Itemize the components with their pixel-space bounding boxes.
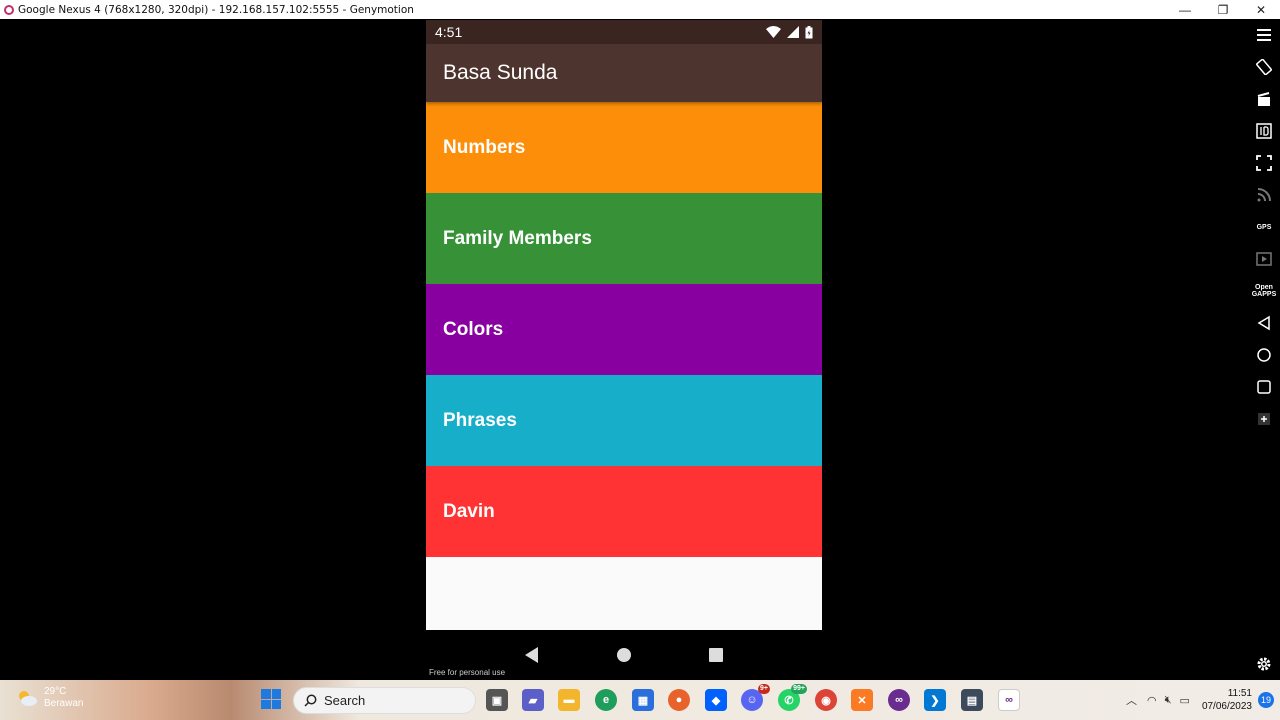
genymotion-sidebar: GPS Open GAPPS — [1248, 19, 1280, 680]
signal-icon — [787, 26, 799, 38]
clapperboard-icon — [1257, 92, 1270, 106]
watermark-text: Free for personal use — [429, 668, 506, 677]
category-colors[interactable]: Colors — [426, 284, 822, 375]
back-button[interactable] — [517, 640, 547, 670]
weather-desc: Berawan — [44, 698, 84, 709]
recents-icon — [709, 648, 723, 662]
genymotion-taskbar-icon[interactable]: ∞ — [888, 689, 910, 711]
volume-muted-icon[interactable]: 🔇︎ — [1165, 694, 1172, 707]
side-back-button[interactable] — [1248, 307, 1280, 339]
dropbox-icon[interactable]: ◆ — [705, 689, 727, 711]
search-icon — [304, 694, 317, 707]
wifi-tray-icon[interactable]: ◠ — [1147, 694, 1157, 707]
clock-time: 11:51 — [1227, 688, 1252, 699]
back-icon — [525, 647, 538, 663]
media-button[interactable] — [1248, 243, 1280, 275]
menu-icon — [1257, 29, 1271, 41]
category-label: Phrases — [443, 409, 517, 431]
pixel-perfect-button[interactable] — [1248, 147, 1280, 179]
genymotion-icon — [4, 4, 14, 15]
discord-badge: 9+ — [758, 684, 770, 694]
terminal-icon[interactable]: ▤ — [961, 689, 983, 711]
gps-button[interactable]: GPS — [1248, 211, 1280, 243]
gps-label: GPS — [1256, 223, 1272, 231]
xampp-icon[interactable]: ✕ — [851, 689, 873, 711]
edge-icon[interactable]: e — [595, 689, 617, 711]
vscode-icon[interactable]: ❯ — [924, 689, 946, 711]
chevron-up-icon[interactable]: ︿ — [1126, 692, 1137, 708]
category-label: Colors — [443, 318, 504, 340]
android-statusbar: 4:51 — [426, 20, 822, 44]
film-icon — [1256, 252, 1272, 266]
wifi-icon — [766, 26, 781, 38]
id-icon — [1256, 123, 1272, 139]
weather-temp: 29°C — [44, 686, 67, 697]
weather-cloud-icon — [19, 691, 37, 706]
back-icon — [1257, 315, 1270, 331]
taskbar-search[interactable]: Search — [293, 687, 476, 714]
discord-icon[interactable]: ☺ 9+ — [741, 684, 770, 711]
gear-icon — [1257, 657, 1271, 671]
network-button[interactable] — [1248, 179, 1280, 211]
category-label: Numbers — [443, 136, 526, 158]
start-button[interactable] — [261, 689, 281, 709]
status-time: 4:51 — [435, 24, 463, 40]
rss-icon — [1257, 188, 1271, 202]
recents-button[interactable] — [701, 640, 731, 670]
home-icon — [617, 648, 631, 662]
minimize-button[interactable]: — — [1166, 0, 1204, 19]
firefox-icon[interactable]: ● — [668, 689, 690, 711]
category-list: Numbers Family Members Colors Phrases Da… — [426, 102, 822, 557]
category-label: Davin — [443, 500, 495, 522]
taskbar-clock[interactable]: 11:51 07/06/2023 — [1202, 687, 1252, 713]
home-icon — [1257, 348, 1271, 362]
app-toolbar: Basa Sunda — [426, 44, 822, 102]
task-view-icon[interactable]: ▣ — [486, 689, 508, 711]
phone-screen: 4:51 Basa Sunda Numbers Family Members C… — [426, 20, 822, 630]
app-title: Basa Sunda — [443, 61, 558, 84]
category-family-members[interactable]: Family Members — [426, 193, 822, 284]
window-titlebar: Google Nexus 4 (768x1280, 320dpi) - 192.… — [0, 0, 1280, 19]
open-gapps-label: Open GAPPS — [1251, 284, 1277, 298]
identifiers-button[interactable] — [1248, 115, 1280, 147]
whatsapp-icon[interactable]: ✆ 99+ — [778, 684, 807, 711]
notification-badge[interactable]: 19 — [1258, 692, 1274, 708]
side-recents-button[interactable] — [1248, 371, 1280, 403]
battery-tray-icon[interactable]: ▭ — [1180, 694, 1190, 707]
plus-icon — [1258, 413, 1270, 425]
settings-button[interactable] — [1248, 648, 1280, 680]
windows-taskbar: 29°C Berawan Search ▣ ▰ ▬ e ▦ ● ◆ ☺ 9+ ✆ 9… — [0, 680, 1280, 720]
side-home-button[interactable] — [1248, 339, 1280, 371]
battery-icon — [805, 25, 813, 38]
recents-icon — [1257, 380, 1271, 394]
window-title: Google Nexus 4 (768x1280, 320dpi) - 192.… — [18, 3, 414, 16]
close-button[interactable]: ✕ — [1242, 0, 1280, 19]
menu-button[interactable] — [1248, 19, 1280, 51]
category-davin[interactable]: Davin — [426, 466, 822, 557]
rotate-icon — [1256, 59, 1272, 75]
fullscreen-icon — [1256, 155, 1272, 171]
teams-chat-icon[interactable]: ▰ — [522, 689, 544, 711]
rotate-button[interactable] — [1248, 51, 1280, 83]
category-phrases[interactable]: Phrases — [426, 375, 822, 466]
more-button[interactable] — [1248, 403, 1280, 435]
store-icon[interactable]: ▦ — [632, 689, 654, 711]
search-label: Search — [324, 693, 366, 708]
system-tray: ︿ ◠ 🔇︎ ▭ 11:51 07/06/2023 19 — [1126, 680, 1280, 720]
capture-button[interactable] — [1248, 83, 1280, 115]
whatsapp-badge: 99+ — [791, 684, 807, 694]
category-numbers[interactable]: Numbers — [426, 102, 822, 193]
weather-widget[interactable]: 29°C Berawan — [16, 686, 83, 710]
genymotion-active-icon[interactable]: ∞ — [998, 689, 1020, 711]
home-button[interactable] — [609, 640, 639, 670]
maximize-button[interactable]: ❐ — [1204, 0, 1242, 19]
clock-date: 07/06/2023 — [1201, 701, 1252, 712]
file-explorer-icon[interactable]: ▬ — [558, 689, 580, 711]
open-gapps-button[interactable]: Open GAPPS — [1248, 275, 1280, 307]
chrome-icon[interactable]: ◉ — [815, 689, 837, 711]
category-label: Family Members — [443, 227, 592, 249]
